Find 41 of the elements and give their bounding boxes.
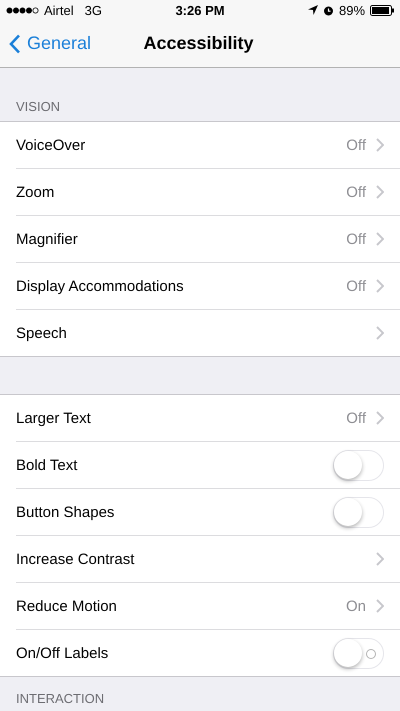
- carrier: Airtel: [44, 2, 74, 18]
- location-icon: [308, 5, 318, 15]
- chevron-icon: [376, 279, 384, 293]
- row-value: Off: [346, 230, 366, 248]
- time: 3:26 PM: [175, 2, 225, 18]
- row-value: On: [346, 598, 366, 614]
- network-type: 3G: [84, 2, 102, 18]
- toggle-switch[interactable]: [333, 450, 384, 480]
- back-chevron-icon: [9, 34, 21, 54]
- chevron-icon: [376, 552, 384, 566]
- row-label: VoiceOver: [16, 136, 86, 154]
- section-header: VISION: [16, 99, 60, 114]
- chevron-icon: [376, 185, 384, 199]
- row-label: On/Off Labels: [16, 644, 110, 662]
- row-label: Bold Text: [16, 456, 78, 474]
- battery-icon: [370, 4, 394, 16]
- battery-percentage: 89%: [338, 2, 366, 18]
- row-label: Zoom: [16, 184, 56, 200]
- row-value: Off: [346, 278, 366, 294]
- alarm-icon: [322, 4, 334, 16]
- row-label: Larger Text: [16, 410, 92, 426]
- toggle-switch[interactable]: [333, 638, 384, 668]
- chevron-icon: [376, 411, 384, 425]
- row-label: Speech: [16, 324, 68, 342]
- row-label: Increase Contrast: [16, 550, 136, 568]
- chevron-icon: [376, 326, 384, 340]
- row-label: Display Accommodations: [16, 278, 185, 294]
- row-value: Off: [346, 410, 366, 426]
- chevron-icon: [376, 138, 384, 152]
- row-value: Off: [346, 136, 366, 154]
- signal-icon: [6, 6, 39, 14]
- toggle-switch[interactable]: [333, 496, 384, 528]
- chevron-icon: [376, 599, 384, 613]
- page-title: Accessibility: [143, 33, 254, 53]
- back-button[interactable]: General: [0, 33, 92, 54]
- row-label: Reduce Motion: [16, 598, 118, 614]
- row-label: Button Shapes: [16, 504, 116, 520]
- row-value: Off: [346, 184, 366, 200]
- section-header: INTERACTION: [16, 691, 104, 706]
- row-label: Magnifier: [16, 230, 79, 248]
- chevron-icon: [376, 232, 384, 246]
